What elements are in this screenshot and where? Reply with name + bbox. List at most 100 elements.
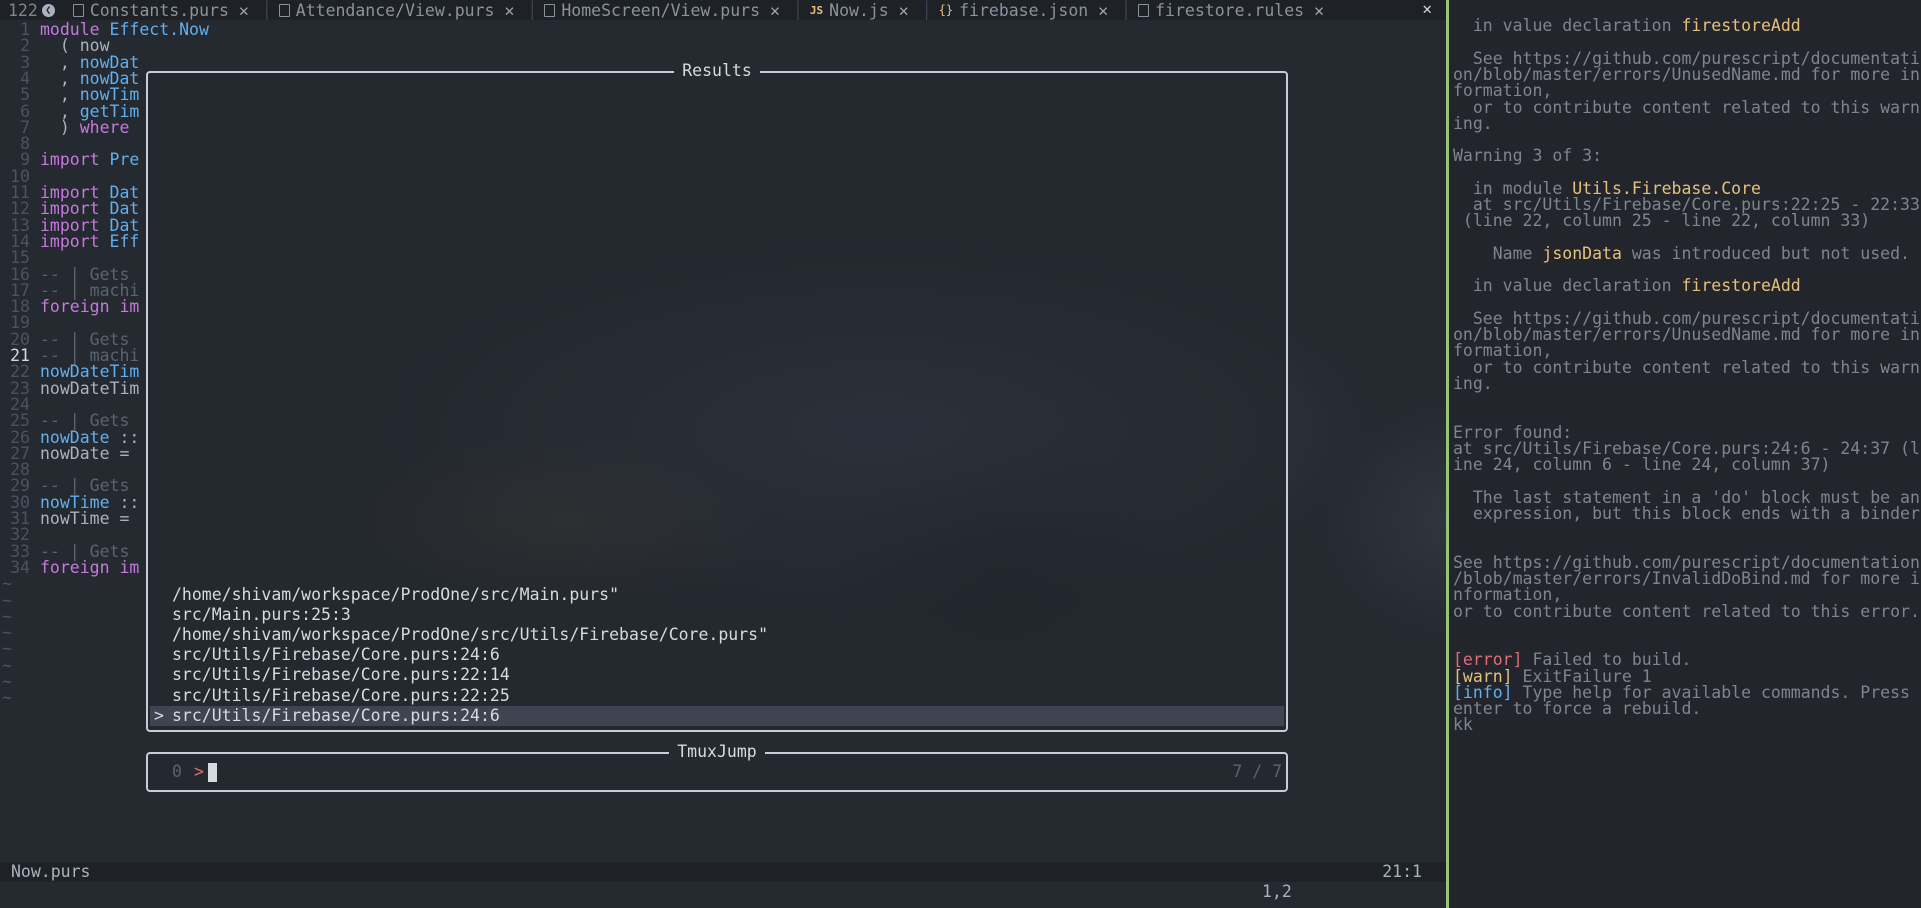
output-text: enter to force a rebuild. [1453, 699, 1702, 719]
result-item[interactable]: src/Utils/Firebase/Core.purs:22:25 [148, 686, 1286, 706]
file-icon [544, 3, 556, 17]
output-line: ine 24, column 6 - line 24, column 37) [1453, 455, 1831, 475]
result-item[interactable]: > src/Utils/Firebase/Core.purs:24:6 [150, 705, 1284, 726]
tab-close-icon[interactable]: ✕ [1098, 1, 1108, 20]
result-path: src/Utils/Firebase/Core.purs:24:6 [172, 705, 500, 725]
status-cursor-position: 21:1 [1382, 862, 1422, 881]
code-token: foreign im [40, 297, 140, 317]
query-count: 0 [172, 762, 182, 781]
result-path: /home/shivam/workspace/ProdOne/src/Main.… [172, 584, 620, 604]
empty-line-marker: ~ [2, 688, 12, 708]
cmdline-ruler: 1,2 [1262, 882, 1292, 901]
code-token: foreign im [40, 557, 140, 577]
selection-pointer-icon: > [154, 705, 164, 725]
code-token: nowDate = [40, 443, 130, 463]
compiler-output-pane[interactable]: in value declaration firestoreAdd See ht… [1449, 0, 1921, 908]
tab-3[interactable]: JS Now.js ✕ [806, 1, 919, 20]
output-text: ing. [1453, 373, 1493, 393]
output-line: expression, but this block ends with a b… [1453, 504, 1921, 524]
output-tag: firestoreAdd [1681, 276, 1801, 296]
result-path: src/Utils/Firebase/Core.purs:24:6 [172, 645, 500, 665]
status-filename: Now.purs [11, 862, 91, 881]
output-text: Warning 3 of 3: [1453, 146, 1603, 166]
tab-close-icon[interactable]: ✕ [239, 1, 249, 20]
search-input[interactable] [208, 763, 217, 782]
tab-close-icon[interactable]: ✕ [899, 1, 909, 20]
output-line: enter to force a rebuild. [1453, 699, 1701, 719]
output-line: or to contribute content related to this… [1453, 98, 1920, 118]
output-tag: jsonData [1542, 243, 1622, 263]
output-text: Name [1453, 243, 1543, 263]
file-icon [278, 3, 290, 17]
result-item[interactable]: src/Utils/Firebase/Core.purs:24:6 [148, 645, 1286, 665]
tab-4[interactable]: {} firebase.json ✕ [935, 1, 1119, 20]
match-count: 7 / 7 [1232, 762, 1282, 781]
result-path: src/Utils/Firebase/Core.purs:22:14 [172, 665, 510, 685]
result-item[interactable]: /home/shivam/workspace/ProdOne/src/Utils… [148, 625, 1286, 645]
output-line: Warning 3 of 3: [1453, 146, 1602, 166]
code-token: Pre [109, 150, 140, 170]
output-line: in value declaration firestoreAdd [1453, 16, 1801, 36]
status-line: Now.purs 21:1 [0, 862, 1446, 882]
tab-1[interactable]: Attendance/View.purs ✕ [275, 1, 525, 20]
tab-label: firebase.json [959, 0, 1089, 20]
output-line: ing. [1453, 114, 1493, 134]
tab-separator: │ [1121, 0, 1132, 20]
code-token: nowTime = [40, 509, 130, 528]
tab-label: firestore.rules [1155, 0, 1305, 20]
output-line: Name jsonData was introduced but not use… [1453, 244, 1910, 264]
output-text: or to contribute content related to this… [1453, 97, 1920, 117]
tab-label: HomeScreen/View.purs [561, 0, 761, 20]
output-line: or to contribute content related to this… [1453, 602, 1920, 622]
output-text: or to contribute content related to this… [1453, 601, 1920, 621]
result-path: src/Main.purs:25:3 [172, 604, 351, 624]
code-token: Effect.Now [109, 20, 209, 39]
result-path: /home/shivam/workspace/ProdOne/src/Utils… [172, 625, 769, 644]
close-all-tabs-button[interactable]: ✕ [1422, 0, 1432, 18]
file-icon [1138, 3, 1150, 17]
file-icon [72, 3, 84, 17]
output-text: in value declaration [1453, 16, 1682, 36]
results-title: Results [674, 61, 760, 80]
tab-5[interactable]: firestore.rules ✕ [1134, 1, 1334, 20]
back-arrow-icon[interactable]: ❮ [41, 3, 55, 17]
js-icon: JS [809, 3, 824, 17]
code-token: Eff [109, 231, 140, 251]
tab-2[interactable]: HomeScreen/View.purs ✕ [540, 1, 790, 20]
fzf-results-panel: Results /home/shivam/workspace/ProdOne/s… [146, 61, 1288, 732]
tab-label: Now.js [829, 0, 889, 20]
result-item[interactable]: src/Main.purs:25:3 [148, 605, 1286, 625]
tab-label: Attendance/View.purs [295, 0, 495, 20]
tab-close-icon[interactable]: ✕ [770, 1, 780, 20]
output-text: expression, but this block ends with a b… [1453, 504, 1921, 524]
input-title: TmuxJump [669, 742, 765, 761]
json-icon: {} [938, 3, 954, 17]
output-text: was introduced but not used. [1621, 243, 1910, 263]
buffer-count: 122 [8, 0, 38, 20]
output-text: in value declaration [1453, 276, 1682, 296]
output-tag: firestoreAdd [1681, 16, 1801, 36]
output-text: ing. [1453, 113, 1493, 133]
code-token: import [40, 150, 110, 170]
result-item[interactable]: src/Utils/Firebase/Core.purs:22:14 [148, 665, 1286, 685]
output-line: (line 22, column 25 - line 22, column 33… [1453, 211, 1870, 231]
fzf-input-panel: TmuxJump 0 > 7 / 7 [146, 742, 1288, 792]
tab-separator: │ [792, 0, 803, 20]
code-token: where [79, 117, 130, 137]
tab-close-icon[interactable]: ✕ [1314, 1, 1324, 20]
tab-label: Constants.purs [89, 0, 229, 20]
tabline: 122 ❮ Constants.purs ✕ │ Attendance/View.pu… [0, 0, 1446, 20]
code-line[interactable]: 34 foreign im [0, 558, 139, 578]
result-item[interactable]: /home/shivam/workspace/ProdOne/src/Main.… [148, 585, 1286, 605]
code-token: nowDateTim [40, 378, 140, 398]
tab-close-icon[interactable]: ✕ [504, 1, 514, 20]
tab-separator: │ [921, 0, 932, 20]
output-line: in value declaration firestoreAdd [1453, 276, 1801, 296]
prompt-chevron-icon: > [194, 762, 204, 781]
output-text: (line 22, column 25 - line 22, column 33… [1453, 211, 1871, 231]
tab-0[interactable]: Constants.purs ✕ [69, 1, 259, 20]
code-token: import [40, 231, 110, 251]
tab-separator: │ [527, 0, 538, 20]
output-text: or to contribute content related to this… [1453, 357, 1920, 377]
output-line: kk [1453, 715, 1473, 735]
